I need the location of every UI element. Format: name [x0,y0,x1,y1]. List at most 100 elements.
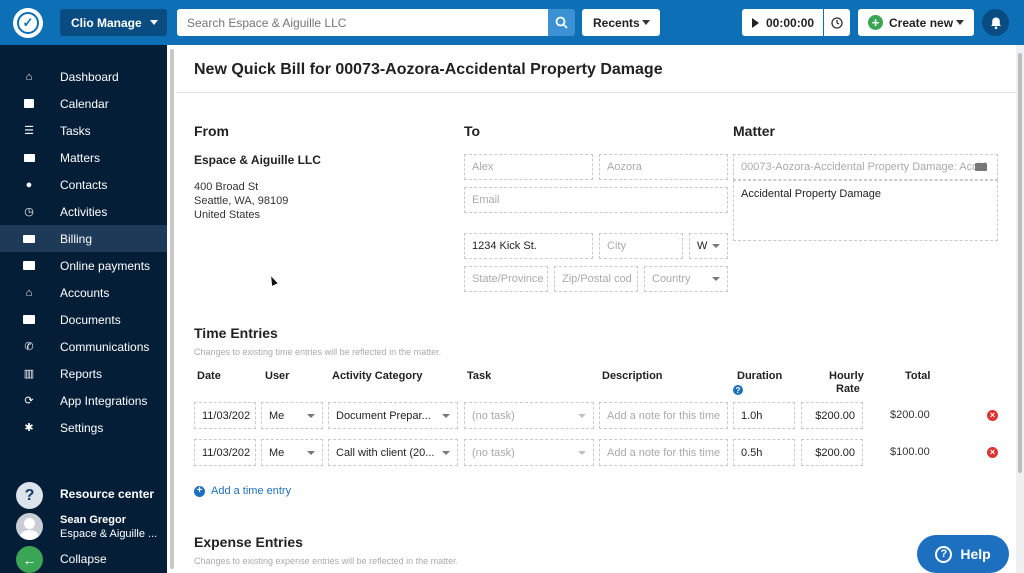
sidebar-item-app-integrations[interactable]: ⟳ App Integrations [0,387,167,414]
activity-select[interactable]: Call with client (20... [328,439,458,466]
sidebar-item-settings[interactable]: ✱ Settings [0,414,167,441]
chevron-down-icon [712,277,720,281]
matter-heading: Matter [733,123,776,139]
chevron-down-icon [956,20,964,25]
search-input[interactable] [177,9,548,36]
state-province-field[interactable]: State/Province [464,266,548,292]
date-field[interactable]: 11/03/202 [194,402,256,429]
create-new-button[interactable]: + Create new [858,9,974,36]
zip-field[interactable]: Zip/Postal cod [554,266,638,292]
help-icon[interactable]: ? [733,385,743,395]
page-title: New Quick Bill for 00073-Aozora-Accident… [194,61,663,78]
sidebar-item-label: Settings [60,420,104,435]
sidebar-item-communications[interactable]: ✆ Communications [0,333,167,360]
matter-select[interactable]: 00073-Aozora-Accidental Property Damage:… [733,154,998,180]
city-field[interactable]: City [599,233,683,259]
rate-field[interactable]: $200.00 [801,439,863,466]
collapse-icon[interactable]: ← [16,546,43,573]
sidebar-item-billing[interactable]: Billing [0,225,167,252]
expense-entries-heading: Expense Entries [194,534,303,550]
gear-icon: ✱ [24,422,34,434]
page-scrollbar[interactable] [1016,45,1024,573]
chevron-down-icon [442,413,450,418]
description-field[interactable]: Add a note for this time [599,439,728,466]
user-select[interactable]: Me [261,439,323,466]
sidebar-item-contacts[interactable]: ● Contacts [0,171,167,198]
sidebar-item-calendar[interactable]: Calendar [0,90,167,117]
rate-field[interactable]: $200.00 [801,402,863,429]
sidebar-item-label: Activities [60,204,108,219]
last-name-field[interactable]: Aozora [599,154,728,180]
column-date: Date [197,370,221,382]
sidebar-item-dashboard[interactable]: ⌂ Dashboard [0,63,167,90]
add-time-entry-link[interactable]: + Add a time entry [194,485,291,497]
from-firm-name: Espace & Aiguille LLC [194,153,321,167]
user-select[interactable]: Me [261,402,323,429]
sidebar-scrollbar[interactable] [167,45,176,573]
user-name[interactable]: Sean Gregor [60,514,126,526]
country-select-value: Country [652,273,691,285]
clio-logo-icon[interactable]: ✓ [13,8,43,38]
search-button[interactable] [548,9,575,36]
bank-icon: ⌂ [25,286,33,299]
task-select[interactable]: (no task) [464,439,594,466]
notifications-button[interactable] [982,9,1009,36]
first-name-field[interactable]: Alex [464,154,593,180]
column-rate-line-1: Hourly [829,370,864,382]
column-duration: Duration [737,370,783,382]
avatar[interactable] [16,513,43,540]
sidebar-item-online-payments[interactable]: Online payments [0,252,167,279]
add-time-entry-label: Add a time entry [211,485,292,497]
help-button[interactable]: ? Help [917,535,1009,573]
date-field[interactable]: 11/03/202 [194,439,256,466]
from-street: 400 Broad St [194,181,259,193]
sidebar-item-activities[interactable]: ◷ Activities [0,198,167,225]
state-select[interactable]: W [689,233,728,259]
column-user: User [265,370,290,382]
top-bar: ✓ Clio Manage Recents 00:00:00 + Create … [0,0,1024,45]
to-heading: To [464,123,481,139]
delete-entry-icon[interactable]: × [987,447,998,458]
row-total: $100.00 [890,446,930,458]
state-select-value: W [697,240,708,252]
resource-center-icon[interactable]: ? [16,482,43,509]
column-task: Task [467,370,492,382]
email-field[interactable]: Email [464,187,728,213]
street-field[interactable]: 1234 Kick St. [464,233,593,259]
description-field[interactable]: Add a note for this time [599,402,728,429]
help-button-label: Help [960,546,991,562]
activity-select[interactable]: Document Prepar... [328,402,458,429]
duration-field[interactable]: 0.5h [733,439,795,466]
sidebar-item-accounts[interactable]: ⌂ Accounts [0,279,167,306]
duration-field[interactable]: 1.0h [733,402,795,429]
matter-description-field[interactable]: Accidental Property Damage [733,180,998,241]
timer-button[interactable]: 00:00:00 [742,9,823,36]
main-content: New Quick Bill for 00073-Aozora-Accident… [176,45,1016,573]
task-select[interactable]: (no task) [464,402,594,429]
briefcase-icon [22,153,36,162]
sidebar-item-label: Dashboard [60,69,119,84]
column-total: Total [905,370,931,382]
user-select-value: Me [269,409,285,422]
timer-history-button[interactable] [824,9,850,36]
sidebar-item-matters[interactable]: Matters [0,144,167,171]
timer-value: 00:00:00 [766,15,815,30]
collapse-label[interactable]: Collapse [60,552,107,566]
chevron-down-icon [307,450,315,455]
chevron-down-icon [578,413,586,418]
delete-entry-icon[interactable]: × [987,410,998,421]
recents-button[interactable]: Recents [582,9,660,36]
sidebar-item-reports[interactable]: ▥ Reports [0,360,167,387]
bell-icon [990,17,1001,29]
sidebar-item-label: Documents [60,312,121,327]
clock-icon [831,16,843,29]
country-select[interactable]: Country [644,266,728,292]
sidebar-item-label: Matters [60,150,101,165]
resource-center-label[interactable]: Resource center [60,487,154,501]
sidebar-item-label: Reports [60,366,103,381]
card-icon [22,261,36,270]
sidebar-item-documents[interactable]: Documents [0,306,167,333]
column-rate: Hourly Rate [828,370,864,395]
sidebar-item-tasks[interactable]: ☰ Tasks [0,117,167,144]
app-switcher-button[interactable]: Clio Manage [60,9,167,36]
